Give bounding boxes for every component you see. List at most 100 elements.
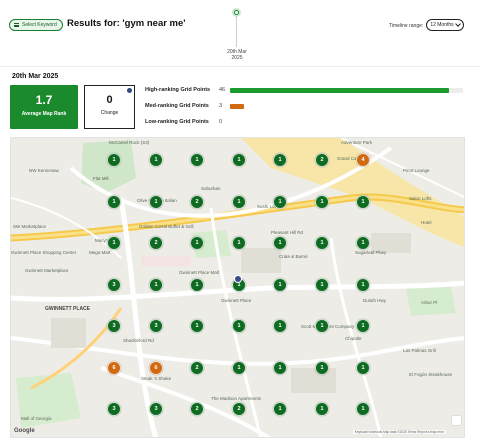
map-label: Mega Mart (89, 250, 111, 255)
grid-point-pin[interactable]: 1 (107, 195, 121, 209)
grid-point-pin[interactable]: 2 (315, 153, 329, 167)
grid-point-pin[interactable]: 6 (149, 361, 163, 375)
grid-point-pin[interactable]: 2 (190, 361, 204, 375)
map-label: Crate & Barrel (279, 254, 308, 259)
grid-point-pin[interactable]: 1 (232, 319, 246, 333)
grid-point-pin[interactable]: 1 (273, 195, 287, 209)
change-value: 0 (106, 94, 113, 106)
grid-point-pin[interactable]: 2 (190, 402, 204, 416)
select-keyword-button[interactable]: Select Keyword (9, 19, 63, 31)
grid-point-pin[interactable]: 3 (107, 319, 121, 333)
rank-grid-map[interactable]: McCamel Rock (S3) Flat Mill NW Kennesaw … (10, 137, 465, 438)
menu-icon (14, 23, 19, 27)
grid-point-pin[interactable]: 1 (149, 195, 163, 209)
grid-point-pin[interactable]: 1 (273, 402, 287, 416)
map-label: El Fogón Steakhouse (409, 372, 453, 377)
grid-point-pin[interactable]: 1 (273, 361, 287, 375)
section-divider (0, 66, 480, 67)
map-label: Pinot Lounge (403, 168, 430, 173)
grid-point-pin[interactable]: 1 (190, 319, 204, 333)
grid-point-pin[interactable]: 1 (315, 361, 329, 375)
select-keyword-label: Select Keyword (22, 22, 57, 28)
map-fullscreen-button[interactable] (452, 416, 461, 425)
grid-point-pin[interactable]: 6 (107, 361, 121, 375)
timeline-range-label: Timeline range: (389, 23, 424, 29)
grid-point-pin[interactable]: 1 (149, 153, 163, 167)
map-label: Salon Lofts (409, 196, 432, 201)
grid-point-pin[interactable]: 1 (273, 236, 287, 250)
rank-row-track (230, 120, 463, 125)
grid-point-pin[interactable]: 1 (315, 278, 329, 292)
map-label: Duluth Hwy (363, 298, 387, 303)
average-map-rank-label: Average Map Rank (21, 111, 67, 117)
grid-point-pin[interactable]: 1 (232, 236, 246, 250)
grid-point-pin[interactable]: 3 (149, 402, 163, 416)
map-label: Gwinnett Place (221, 298, 252, 303)
map-label: Gwinnett Place Shopping Center (11, 250, 77, 255)
map-label: Arbor Pl (421, 300, 438, 305)
map-label: Las Palmas Grill (403, 348, 436, 353)
grid-point-pin[interactable]: 1 (232, 361, 246, 375)
grid-point-pin[interactable]: 1 (273, 319, 287, 333)
timeline-range-select[interactable]: 12 Months (426, 19, 464, 31)
results-title: Results for: 'gym near me' (67, 18, 186, 29)
grid-point-pin[interactable]: 1 (273, 153, 287, 167)
map-attribution[interactable]: Keyboard shortcuts Map data ©2025 Terms … (352, 430, 446, 434)
grid-point-pin[interactable]: 2 (149, 236, 163, 250)
info-icon[interactable] (127, 88, 132, 93)
business-location-pin[interactable] (234, 275, 242, 283)
top-bar: Select Keyword Results for: 'gym near me… (0, 0, 480, 61)
grid-point-pin[interactable]: 1 (356, 319, 370, 333)
grid-point-pin[interactable]: 1 (190, 153, 204, 167)
grid-point-pin[interactable]: 1 (356, 236, 370, 250)
grid-point-pin[interactable]: 1 (232, 195, 246, 209)
map-label: NW Kennesaw (29, 168, 59, 173)
rank-row-label: Low-ranking Grid Points (145, 119, 209, 125)
map-label: Gwinnett Place Mall (179, 270, 219, 275)
grid-point-pin[interactable]: 3 (149, 319, 163, 333)
rank-row-track (230, 104, 463, 109)
grid-point-pin[interactable]: 3 (107, 278, 121, 292)
grid-point-pin[interactable]: 1 (232, 153, 246, 167)
map-label: Sugarloaf Pkwy (355, 250, 387, 255)
map-label: SW Marketplace (13, 224, 47, 229)
grid-point-pin[interactable]: 1 (273, 278, 287, 292)
rank-row-label: Med-ranking Grid Points (145, 103, 209, 109)
map-label: Mall of Georgia (21, 416, 52, 421)
change-label: Change (100, 110, 119, 116)
grid-point-pin[interactable]: 1 (356, 278, 370, 292)
grid-point-pin[interactable]: 1 (356, 361, 370, 375)
map-label: Golden Corral Buffet & Grill (139, 224, 194, 229)
grid-point-pin[interactable]: 1 (315, 319, 329, 333)
timeline-date-year: 2025 (231, 55, 243, 61)
grid-point-pin[interactable]: 4 (356, 153, 370, 167)
map-label: Pleasant Hill Rd (271, 230, 304, 235)
change-card: 0 Change (84, 85, 135, 129)
grid-point-pin[interactable]: 2 (190, 195, 204, 209)
grid-point-pin[interactable]: 1 (190, 236, 204, 250)
timeline-line (236, 17, 237, 47)
map-label: Steak 'n Shake (141, 376, 172, 381)
rank-row-count: 3 (219, 103, 223, 109)
grid-point-pin[interactable]: 1 (107, 236, 121, 250)
grid-point-pin[interactable]: 1 (149, 278, 163, 292)
map-label: McCamel Rock (S3) (109, 140, 150, 145)
grid-point-pin[interactable]: 1 (356, 402, 370, 416)
grid-point-pin[interactable]: 2 (232, 402, 246, 416)
rank-row-high: High-ranking Grid Points 46 (145, 85, 463, 95)
grid-point-pin[interactable]: 1 (190, 278, 204, 292)
grid-point-pin[interactable]: 3 (107, 402, 121, 416)
grid-point-pin[interactable]: 1 (356, 195, 370, 209)
rank-row-fill (230, 88, 449, 93)
map-label: Adventure Park (341, 140, 373, 145)
rank-row-count: 0 (219, 119, 223, 125)
grid-point-pin[interactable]: 1 (315, 236, 329, 250)
map-label: Flat Mill (93, 176, 109, 181)
google-logo: Google (14, 428, 35, 434)
grid-point-pin[interactable]: 1 (315, 402, 329, 416)
rank-row-track (230, 88, 463, 93)
map-label: Gwinnett Marketplace (25, 268, 69, 273)
grid-point-pin[interactable]: 1 (315, 195, 329, 209)
map-label: The Madison Apartments (211, 396, 262, 401)
grid-point-pin[interactable]: 1 (107, 153, 121, 167)
